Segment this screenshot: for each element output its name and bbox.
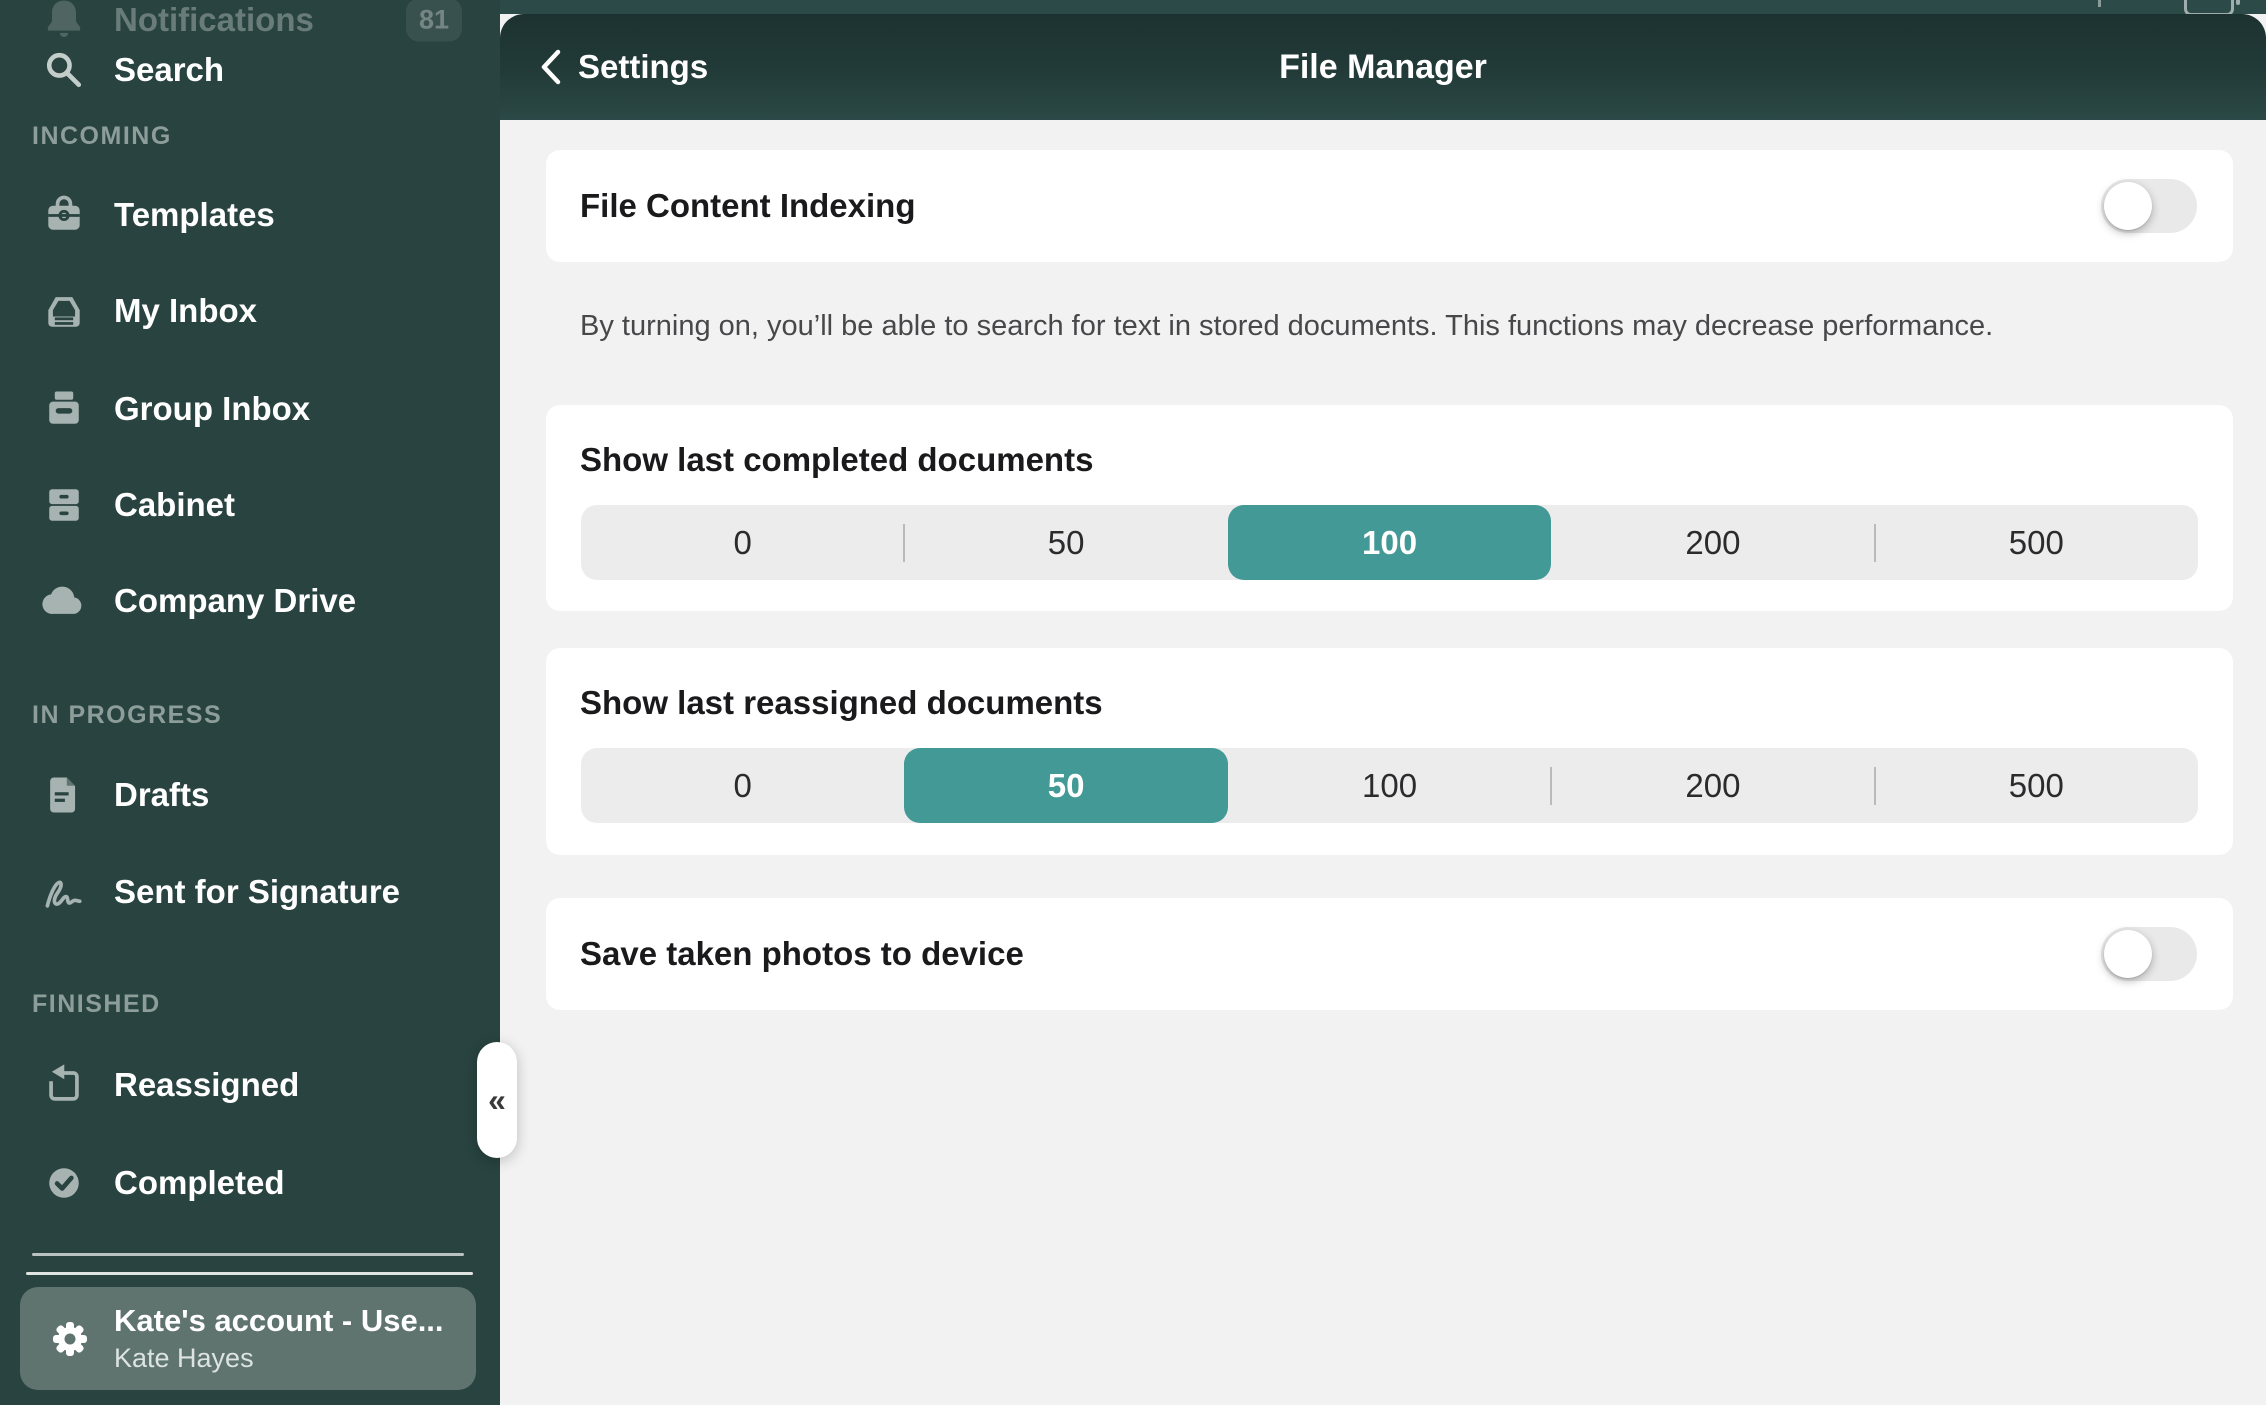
sidebar-section-in-progress: IN PROGRESS [32,697,222,733]
sidebar-item-search[interactable]: Search [0,40,500,100]
collapse-chevrons-icon: « [488,1082,506,1119]
segment-option[interactable]: 0 [581,505,904,580]
account-subtitle: Kate Hayes [114,1343,254,1374]
sidebar-divider [26,1272,473,1275]
sidebar-divider [32,1253,464,1256]
settings-content: File Content Indexing By turning on, you… [500,120,2266,1405]
show-last-reassigned-card: Show last reassigned documents 0 50 100 … [546,648,2233,855]
sidebar-item-group-inbox[interactable]: Group Inbox [0,379,500,439]
sidebar-section-incoming: INCOMING [32,118,172,154]
sidebar-item-label: Notifications [114,1,314,39]
sidebar-item-my-inbox[interactable]: My Inbox [0,281,500,341]
reassign-icon [38,1059,90,1111]
cabinet-icon [38,479,90,531]
page-header: Settings File Manager [500,14,2266,120]
sidebar-item-cabinet[interactable]: Cabinet [0,475,500,535]
sidebar-item-label: Search [114,51,224,89]
sidebar-item-label: Group Inbox [114,390,310,428]
back-button-label: Settings [578,48,708,86]
sidebar-section-finished: FINISHED [32,986,161,1022]
chevron-left-icon [540,49,562,85]
document-icon [38,769,90,821]
inbox-icon [38,285,90,337]
sidebar-item-drafts[interactable]: Drafts [0,765,500,825]
sidebar-item-label: Templates [114,196,275,234]
segment-option[interactable]: 200 [1551,748,1874,823]
signature-icon [38,866,90,918]
group-inbox-icon [38,383,90,435]
file-content-indexing-card: File Content Indexing [546,150,2233,262]
sidebar-item-label: Cabinet [114,486,235,524]
setting-label: Show last reassigned documents [580,684,1103,722]
setting-label: Save taken photos to device [580,935,1024,973]
segment-option[interactable]: 200 [1551,505,1874,580]
segment-option[interactable]: 500 [1875,505,2198,580]
completed-documents-segmented-control: 0 50 100 200 500 [581,505,2198,580]
file-content-indexing-toggle[interactable] [2101,179,2197,233]
reassigned-documents-segmented-control: 0 50 100 200 500 [581,748,2198,823]
notifications-badge: 81 [406,0,462,42]
sidebar-item-label: Completed [114,1164,285,1202]
toggle-knob [2104,182,2152,230]
sidebar-collapse-handle[interactable]: « [477,1042,517,1158]
cloud-icon [38,575,90,627]
sidebar-item-company-drive[interactable]: Company Drive [0,571,500,631]
briefcase-icon [38,189,90,241]
status-tick [2098,0,2101,7]
sidebar-item-sent-for-signature[interactable]: Sent for Signature [0,862,500,922]
sidebar-item-label: Reassigned [114,1066,299,1104]
setting-label: Show last completed documents [580,441,1093,479]
save-photos-card: Save taken photos to device [546,898,2233,1010]
sidebar-item-label: My Inbox [114,292,257,330]
save-photos-toggle[interactable] [2101,927,2197,981]
back-button[interactable]: Settings [540,14,708,120]
sidebar-item-completed[interactable]: Completed [0,1153,500,1213]
segment-option[interactable]: 0 [581,748,904,823]
segment-option[interactable]: 50 [904,748,1227,823]
setting-description: By turning on, you’ll be able to search … [580,310,1993,343]
segment-option[interactable]: 100 [1228,748,1551,823]
sidebar-item-label: Sent for Signature [114,873,400,911]
sidebar-item-label: Drafts [114,776,209,814]
app-root: Notifications 81 Search INCOMING Templat… [0,0,2266,1405]
account-card[interactable]: Kate's account - Use... Kate Hayes [20,1287,476,1390]
account-title: Kate's account - Use... [114,1303,444,1339]
search-icon [38,44,90,96]
check-circle-icon [38,1157,90,1209]
page-title: File Manager [500,14,2266,120]
show-last-completed-card: Show last completed documents 0 50 100 2… [546,405,2233,611]
gear-icon [44,1313,96,1365]
segment-option[interactable]: 100 [1228,505,1551,580]
sidebar: Notifications 81 Search INCOMING Templat… [0,0,500,1405]
sidebar-item-reassigned[interactable]: Reassigned [0,1055,500,1115]
sidebar-item-templates[interactable]: Templates [0,185,500,245]
setting-label: File Content Indexing [580,187,916,225]
battery-icon [2184,0,2234,14]
segment-option[interactable]: 500 [1875,748,2198,823]
status-bar [500,0,2266,14]
sidebar-item-label: Company Drive [114,582,356,620]
toggle-knob [2104,930,2152,978]
segment-option[interactable]: 50 [904,505,1227,580]
